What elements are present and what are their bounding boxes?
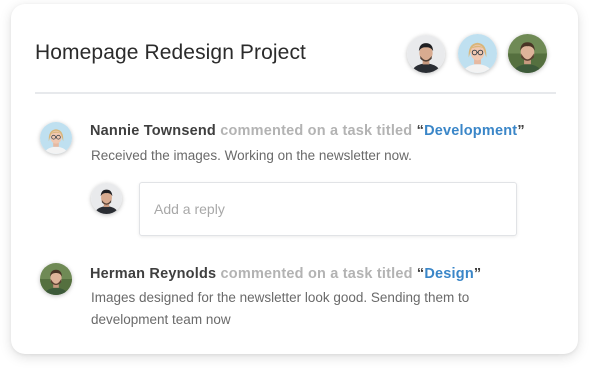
person-icon [458, 34, 497, 73]
activity-action: commented on a task titled [220, 266, 413, 282]
reply-avatar [91, 183, 122, 214]
reply-input[interactable] [139, 182, 517, 236]
member-avatar-3[interactable] [508, 34, 547, 73]
activity-avatar-1[interactable] [40, 122, 72, 154]
close-quote: ” [473, 266, 482, 282]
project-title: Homepage Redesign Project [35, 41, 306, 64]
activity-avatar-2[interactable] [40, 263, 72, 295]
header-divider [35, 92, 556, 94]
member-avatar-2[interactable] [458, 34, 497, 73]
activity-header-2: Herman Reynolds commented on a task titl… [90, 266, 481, 282]
activity-message-2: Images designed for the newsletter look … [91, 290, 470, 327]
author-name[interactable]: Nannie Townsend [90, 123, 216, 139]
member-avatar-1[interactable] [407, 35, 445, 73]
close-quote: ” [517, 123, 525, 139]
person-icon [407, 35, 445, 73]
person-icon [40, 122, 72, 154]
open-quote: “ [416, 123, 425, 139]
activity-header-1: Nannie Townsend commented on a task titl… [90, 123, 525, 139]
person-icon [508, 34, 547, 73]
activity-card: Homepage Redesign Project Nannie Townsen… [11, 4, 578, 354]
person-icon [91, 183, 122, 214]
activity-action: commented on a task titled [220, 123, 413, 139]
person-icon [40, 263, 72, 295]
task-link-design[interactable]: Design [424, 266, 474, 282]
task-link-development[interactable]: Development [424, 123, 517, 139]
author-name[interactable]: Herman Reynolds [90, 266, 216, 282]
activity-message-1: Received the images. Working on the news… [91, 148, 412, 163]
